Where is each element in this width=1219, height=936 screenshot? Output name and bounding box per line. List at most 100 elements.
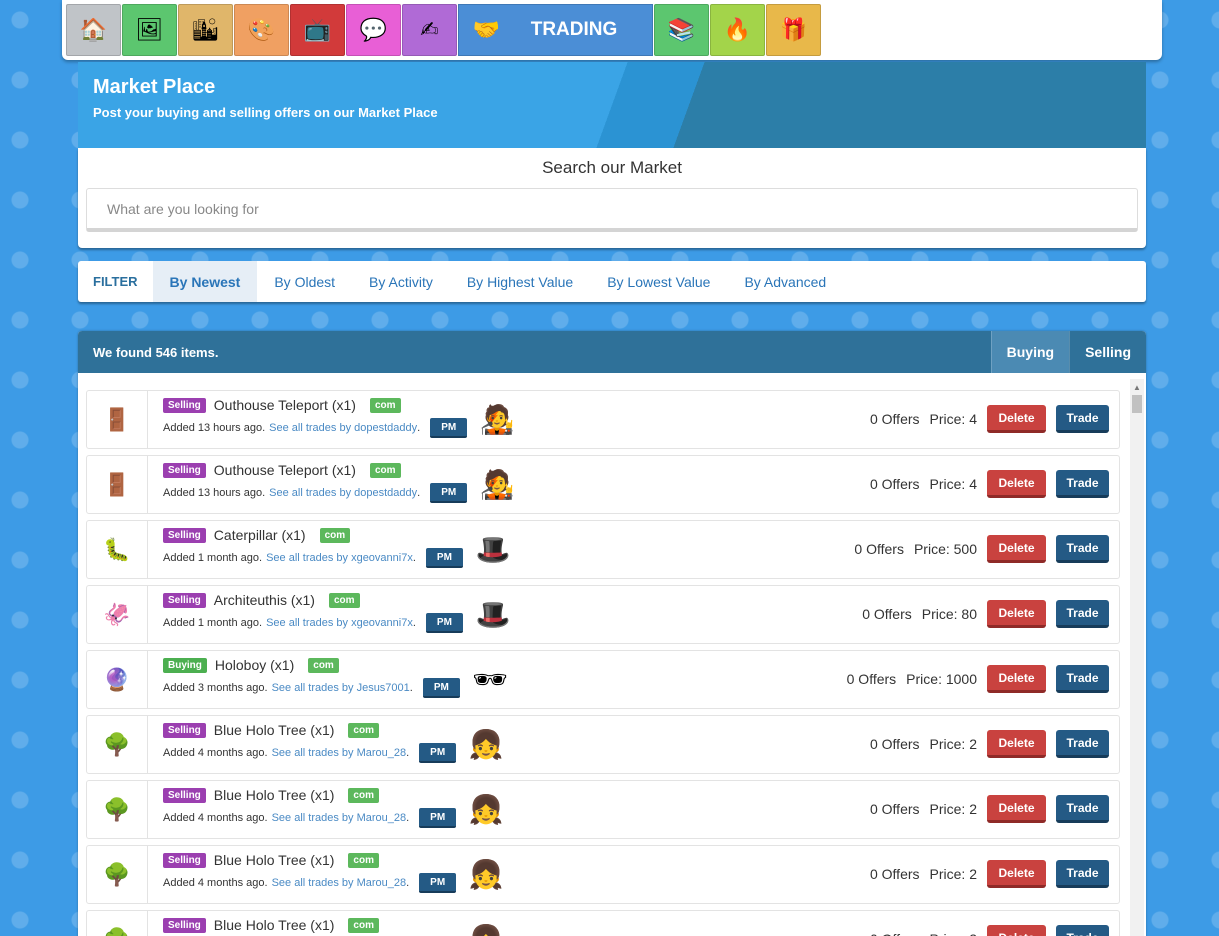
filter-tab[interactable]: By Newest — [152, 261, 258, 302]
page-header: Market Place Post your buying and sellin… — [78, 62, 1146, 148]
filter-tab[interactable]: By Highest Value — [450, 261, 590, 302]
user-avatar[interactable]: 👧 — [466, 787, 506, 831]
filter-tab[interactable]: By Advanced — [727, 261, 843, 302]
trade-button[interactable]: Trade — [1056, 405, 1109, 433]
user-avatar[interactable]: 🎩 — [473, 527, 513, 571]
see-all-trades-link[interactable]: See all trades by dopestdaddy — [269, 422, 417, 434]
user-avatar[interactable]: 👧 — [466, 852, 506, 896]
see-all-trades-link[interactable]: See all trades by Marou_28 — [272, 812, 407, 824]
see-all-trades-link[interactable]: See all trades by Marou_28 — [272, 877, 407, 889]
period: . — [406, 747, 410, 759]
price: Price: 2 — [929, 801, 977, 817]
delete-button[interactable]: Delete — [987, 925, 1046, 936]
delete-button[interactable]: Delete — [987, 730, 1046, 758]
buying-toggle[interactable]: Buying — [990, 331, 1070, 373]
see-all-trades-link[interactable]: See all trades by xgeovanni7x — [266, 617, 413, 629]
see-all-trades-link[interactable]: See all trades by Marou_28 — [272, 747, 407, 759]
type-toggle: Buying Selling — [990, 331, 1146, 373]
trade-button[interactable]: Trade — [1056, 795, 1109, 823]
item-thumbnail[interactable]: 🚪 — [87, 456, 148, 513]
item-thumbnail[interactable]: 🔮 — [87, 651, 148, 708]
pm-button[interactable]: PM — [419, 743, 457, 763]
see-all-trades-link[interactable]: See all trades by xgeovanni7x — [266, 552, 413, 564]
chat-icon[interactable]: 💬 — [346, 4, 401, 56]
user-avatar[interactable]: 🕶 — [470, 657, 510, 701]
gift-icon[interactable]: 🎁 — [766, 4, 821, 56]
user-avatar[interactable]: 🧑‍🎤 — [477, 397, 517, 441]
item-thumbnail[interactable]: 🐛 — [87, 521, 148, 578]
item-thumbnail[interactable]: 🌳 — [87, 846, 148, 903]
see-all-trades-link[interactable]: See all trades by Jesus7001 — [272, 682, 410, 694]
trade-button[interactable]: Trade — [1056, 860, 1109, 888]
price: Price: 4 — [929, 476, 977, 492]
rare-icon[interactable]: 🔥 — [710, 4, 765, 56]
offer-count: 0 Offers — [869, 411, 920, 427]
delete-button[interactable]: Delete — [987, 470, 1046, 498]
item-thumbnail[interactable]: 🌳 — [87, 716, 148, 773]
item-thumbnail[interactable]: 🌳 — [87, 781, 148, 838]
period: . — [406, 812, 410, 824]
create-icon[interactable]: 🎨 — [234, 4, 289, 56]
filter-tab[interactable]: By Lowest Value — [590, 261, 727, 302]
nav-trading[interactable]: 🤝 TRADING — [458, 4, 653, 56]
pm-button[interactable]: PM — [425, 613, 463, 633]
trade-button[interactable]: Trade — [1056, 925, 1109, 936]
user-avatar[interactable]: 🎩 — [473, 592, 513, 636]
row-actions: 0 Offers Price: 4 Delete Trade — [870, 470, 1109, 498]
filter-tab[interactable]: By Activity — [352, 261, 450, 302]
pm-button[interactable]: PM — [422, 678, 460, 698]
pm-button[interactable]: PM — [419, 808, 457, 828]
item-thumbnail[interactable]: 🌳 — [87, 911, 148, 936]
delete-button[interactable]: Delete — [987, 860, 1046, 888]
item-title-line: Selling Outhouse Teleport (x1) com — [163, 397, 409, 413]
scroll-up-icon[interactable]: ▲ — [1133, 383, 1141, 392]
item-title: Blue Holo Tree (x1) — [213, 787, 335, 803]
filter-tab[interactable]: By Oldest — [257, 261, 352, 302]
period: . — [417, 487, 421, 499]
search-input[interactable] — [86, 188, 1138, 232]
home-icon[interactable]: 🏠 — [66, 4, 121, 56]
list-scrollbar[interactable]: ▲ — [1130, 379, 1144, 936]
price: Price: 2 — [929, 736, 977, 752]
delete-button[interactable]: Delete — [987, 535, 1046, 563]
pm-button[interactable]: PM — [430, 483, 468, 503]
offer-count: 0 Offers — [862, 606, 912, 622]
list-item: 🔮 Buying Holoboy (x1) com Added 3 months ago… — [86, 650, 1120, 709]
write-icon[interactable]: ✍ — [402, 4, 457, 56]
item-title-line: Selling Caterpillar (x1) com — [163, 527, 358, 543]
delete-button[interactable]: Delete — [987, 665, 1046, 693]
trade-button[interactable]: Trade — [1056, 535, 1109, 563]
trade-button[interactable]: Trade — [1056, 730, 1109, 758]
user-avatar[interactable]: 👧 — [466, 917, 506, 936]
trade-button[interactable]: Trade — [1056, 470, 1109, 498]
hotel-badge: com — [369, 462, 401, 478]
rooms-icon[interactable]: 🏙 — [178, 4, 233, 56]
pm-button[interactable]: PM — [425, 548, 463, 568]
trade-type-badge: Selling — [163, 592, 206, 608]
item-thumbnail[interactable]: 🚪 — [87, 391, 148, 448]
trade-button[interactable]: Trade — [1056, 665, 1109, 693]
trade-button[interactable]: Trade — [1056, 600, 1109, 628]
delete-button[interactable]: Delete — [987, 600, 1046, 628]
pm-button[interactable]: PM — [419, 873, 457, 893]
delete-button[interactable]: Delete — [987, 795, 1046, 823]
hotel-badge: com — [369, 397, 401, 413]
list-item: 🌳 Selling Blue Holo Tree (x1) com Added 4 mo… — [86, 845, 1120, 904]
item-thumbnail[interactable]: 🦑 — [87, 586, 148, 643]
delete-button[interactable]: Delete — [987, 405, 1046, 433]
results-list: 🚪 Selling Outhouse Teleport (x1) com Added 1… — [86, 390, 1120, 936]
community-icon[interactable]: 🖼 — [122, 4, 177, 56]
results-panel: We found 546 items. Buying Selling 🚪 Sell… — [78, 331, 1146, 936]
selling-toggle[interactable]: Selling — [1069, 331, 1146, 373]
see-all-trades-link[interactable]: See all trades by dopestdaddy — [269, 487, 417, 499]
added-time: Added 13 hours ago. — [163, 422, 266, 434]
user-avatar[interactable]: 👧 — [466, 722, 506, 766]
scrollbar-thumb[interactable] — [1132, 395, 1142, 413]
item-meta: Added 1 month ago. See all trades by xgeo… — [163, 617, 416, 629]
tv-icon[interactable]: 📺 — [290, 4, 345, 56]
hotel-badge: com — [328, 592, 360, 608]
user-avatar[interactable]: 🧑‍🎤 — [477, 462, 517, 506]
item-meta: Added 1 month ago. See all trades by xgeo… — [163, 552, 416, 564]
shelf-icon[interactable]: 📚 — [654, 4, 709, 56]
pm-button[interactable]: PM — [430, 418, 468, 438]
